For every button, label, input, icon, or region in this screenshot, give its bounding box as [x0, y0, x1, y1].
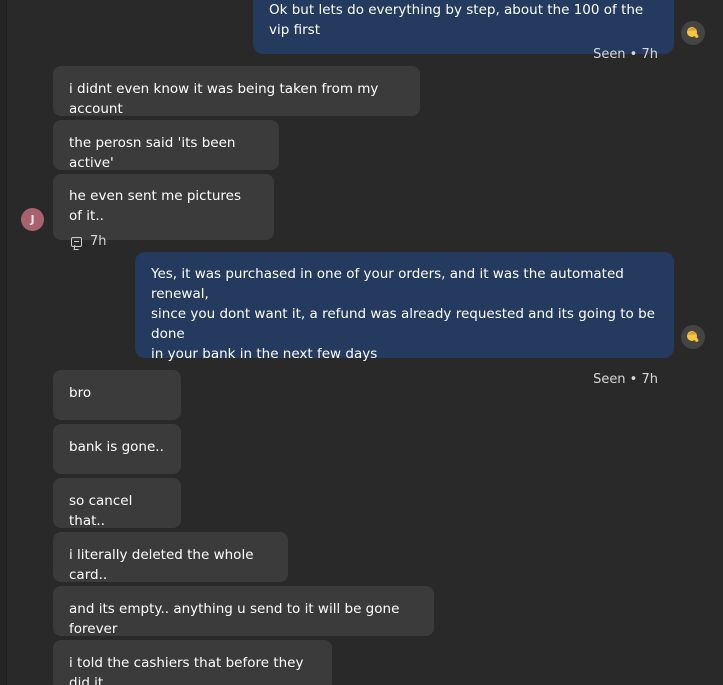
message-text: i didnt even know it was being taken fro…: [69, 81, 379, 117]
avatar: J: [21, 208, 44, 231]
message-text: bank is gone..: [69, 439, 164, 455]
incoming-message[interactable]: i told the cashiers that before they did…: [53, 640, 332, 685]
message-text: he even sent me pictures of it..: [69, 188, 242, 224]
incoming-message[interactable]: so cancel that..: [53, 478, 181, 529]
message-text: and its empty.. anything u send to it wi…: [69, 601, 400, 637]
incoming-message[interactable]: i literally deleted the whole card..: [53, 532, 288, 583]
message-text-line: since you dont want it, a refund was alr…: [151, 306, 655, 342]
outgoing-message[interactable]: Yes, it was purchased in one of your ord…: [135, 252, 674, 387]
incoming-message[interactable]: bank is gone..: [53, 424, 181, 474]
message-text-line: Yes, it was purchased in one of your ord…: [151, 266, 624, 302]
message-meta: 7h: [69, 232, 258, 252]
incoming-message[interactable]: i didnt even know it was being taken fro…: [53, 66, 420, 117]
incoming-message[interactable]: bro: [53, 370, 181, 420]
seen-status: Seen • 7h: [593, 372, 658, 387]
reply-icon[interactable]: [71, 237, 82, 247]
message-text-line: in your bank in the next few days: [151, 346, 378, 362]
outgoing-message[interactable]: Ok but lets do everything by step, about…: [253, 0, 674, 62]
panel-divider: [0, 0, 7, 685]
agent-avatar-icon: [681, 325, 705, 349]
incoming-message[interactable]: and its empty.. anything u send to it wi…: [53, 586, 434, 637]
message-text: so cancel that..: [69, 493, 133, 529]
agent-avatar-icon: [681, 21, 705, 45]
message-text: Ok but lets do everything by step, about…: [269, 2, 644, 38]
message-text: the perosn said 'its been active': [69, 135, 236, 171]
chat-thread: Ok but lets do everything by step, about…: [0, 0, 723, 685]
message-time: 7h: [90, 234, 107, 249]
incoming-message[interactable]: he even sent me pictures of it.. 7h: [53, 174, 274, 249]
seen-status: Seen • 7h: [593, 47, 658, 62]
message-text: i literally deleted the whole card..: [69, 547, 254, 583]
message-text: bro: [69, 385, 92, 401]
message-text: i told the cashiers that before they did…: [69, 655, 304, 685]
incoming-message[interactable]: the perosn said 'its been active': [53, 120, 279, 171]
